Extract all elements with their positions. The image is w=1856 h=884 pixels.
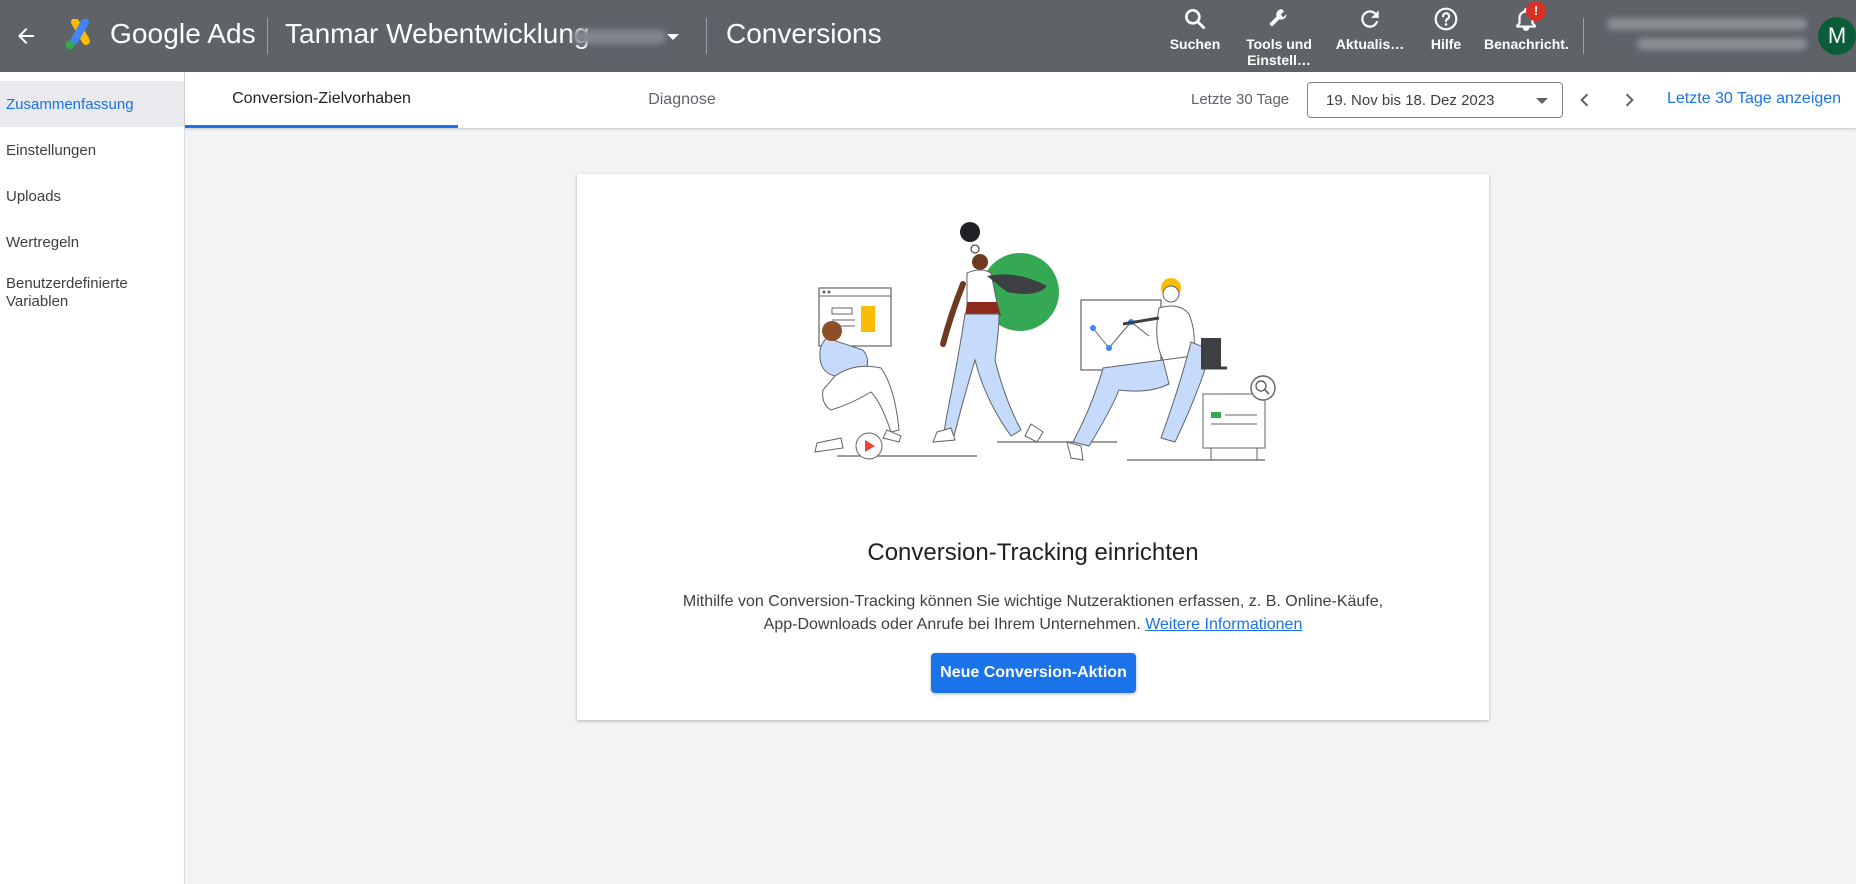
description-line-1: Mithilfe von Conversion-Tracking können … [682, 593, 1384, 610]
help-button[interactable]: Hilfe [1426, 6, 1466, 52]
sidebar-item-uploads[interactable]: Uploads [0, 173, 184, 219]
tools-label: Tools und Einstell… [1246, 36, 1312, 68]
chevron-right-icon [1625, 93, 1634, 107]
people-illustration [814, 222, 1276, 461]
divider [1583, 18, 1584, 54]
tab-diagnose[interactable]: Diagnose [557, 72, 807, 128]
notifications-button[interactable]: Benachricht. ! [1484, 1, 1569, 52]
date-range-picker[interactable]: 19. Nov bis 18. Dez 2023 [1307, 82, 1563, 118]
back-arrow-icon[interactable] [6, 16, 46, 56]
sidebar-item-wertregeln[interactable]: Wertregeln [0, 219, 184, 265]
empty-state-title: Conversion-Tracking einrichten [867, 539, 1199, 566]
sidebar-item-zusammenfassung[interactable]: Zusammenfassung [0, 81, 184, 127]
chevron-down-icon [1536, 98, 1548, 104]
search-label: Suchen [1169, 36, 1221, 52]
divider [267, 18, 268, 54]
chevron-left-icon [1580, 93, 1589, 107]
sidebar-item-benutzerdefinierte-variablen[interactable]: Benutzerdefinierte Variablen [0, 265, 184, 321]
description-line-2: App-Downloads oder Anrufe bei Ihrem Unte… [763, 616, 1141, 633]
account-id-redacted [572, 30, 666, 44]
brand-name: Google Ads [110, 18, 256, 49]
sidebar: Zusammenfassung Einstellungen Uploads We… [0, 72, 185, 884]
refresh-label: Aktualis… [1335, 36, 1405, 52]
show-last-30-days-link[interactable]: Letzte 30 Tage anzeigen [1667, 90, 1841, 108]
refresh-icon [1361, 10, 1379, 28]
learn-more-link[interactable]: Weitere Informationen [1145, 616, 1302, 633]
notification-badge: ! [1526, 1, 1546, 21]
search-button[interactable]: Suchen [1168, 6, 1222, 52]
top-app-bar: Google Ads Tanmar Webentwicklung Convers… [0, 0, 1856, 72]
help-label: Hilfe [1430, 36, 1462, 52]
date-range-value: 19. Nov bis 18. Dez 2023 [1326, 91, 1495, 109]
account-dropdown-icon[interactable] [667, 34, 679, 40]
new-conversion-action-button[interactable]: Neue Conversion-Aktion [931, 653, 1136, 693]
tools-settings-button[interactable]: Tools und Einstell… [1242, 6, 1316, 68]
refresh-button[interactable]: Aktualis… [1334, 6, 1406, 52]
account-name[interactable]: Tanmar Webentwicklung [285, 18, 590, 50]
divider [706, 18, 707, 54]
google-ads-logo-icon [65, 19, 90, 50]
previous-period-button[interactable] [1571, 86, 1599, 114]
help-icon [1434, 7, 1458, 31]
page-title: Conversions [726, 18, 882, 49]
tab-conversion-zielvorhaben[interactable]: Conversion-Zielvorhaben [185, 72, 458, 128]
subheader: Conversion-Zielvorhaben Diagnose Letzte … [185, 72, 1856, 128]
sidebar-item-einstellungen[interactable]: Einstellungen [0, 127, 184, 173]
avatar[interactable]: M [1818, 17, 1856, 55]
search-icon [1185, 9, 1206, 30]
empty-state-description: Mithilfe von Conversion-Tracking können … [577, 590, 1489, 636]
date-range-label: Letzte 30 Tage [1191, 91, 1290, 108]
next-period-button[interactable] [1615, 86, 1643, 114]
account-info-redacted [1597, 16, 1807, 56]
notifications-label: Benachricht. [1484, 36, 1569, 52]
wrench-icon [1269, 9, 1287, 27]
empty-state-card: Conversion-Tracking einrichten Mithilfe … [577, 174, 1489, 720]
